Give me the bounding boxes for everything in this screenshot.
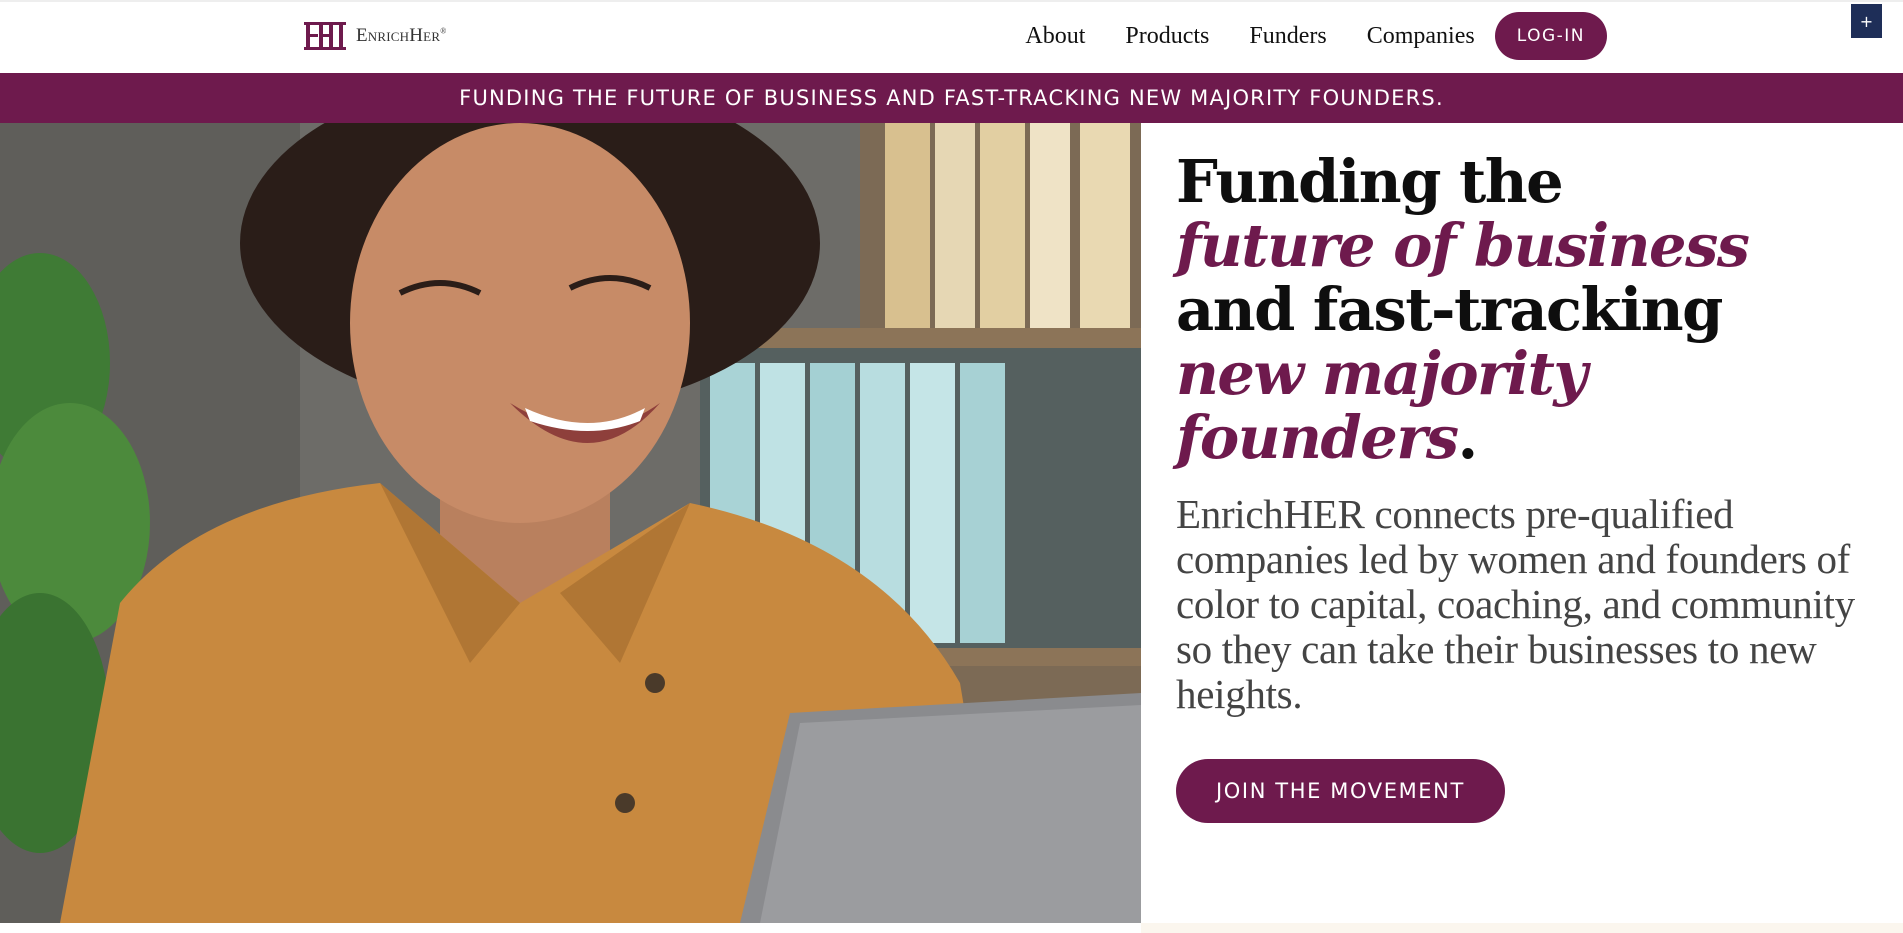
hero-photo	[0, 123, 1141, 923]
nav-about[interactable]: About	[1025, 12, 1085, 60]
brand-name: EnrichHer®	[356, 25, 447, 46]
next-section-edge	[0, 923, 1903, 933]
headline-line-5: founders.	[1176, 406, 1876, 470]
join-movement-button[interactable]: JOIN THE MOVEMENT	[1176, 759, 1505, 823]
nav-products[interactable]: Products	[1125, 12, 1209, 60]
cream-section-edge	[1141, 923, 1903, 933]
headline-period: .	[1457, 403, 1479, 472]
login-button[interactable]: LOG-IN	[1494, 12, 1607, 60]
plus-icon[interactable]: +	[1851, 4, 1882, 38]
banner-text: FUNDING THE FUTURE OF BUSINESS AND FAST-…	[459, 86, 1444, 110]
hero-content: Funding the future of business and fast-…	[1176, 150, 1876, 823]
headline-line-4: new majority	[1176, 339, 1588, 408]
headline-founders: founders	[1176, 403, 1459, 472]
site-header: EnrichHer® About Products Funders Compan…	[0, 0, 1903, 73]
main-nav: About Products Funders Companies LOG-IN	[1025, 12, 1607, 60]
nav-companies[interactable]: Companies	[1367, 12, 1475, 60]
nav-funders[interactable]: Funders	[1249, 12, 1326, 60]
hero-lead: EnrichHER connects pre-qualified compani…	[1176, 491, 1855, 717]
announcement-banner: FUNDING THE FUTURE OF BUSINESS AND FAST-…	[0, 73, 1903, 123]
logo-mark-icon	[304, 20, 346, 52]
brand-logo[interactable]: EnrichHer®	[304, 20, 446, 52]
hero-headline: Funding the future of business and fast-…	[1176, 150, 1876, 470]
headline-line-1: Funding the	[1176, 147, 1564, 216]
headline-line-2: future of business	[1176, 211, 1750, 280]
headline-line-3: and fast-tracking	[1176, 275, 1723, 344]
